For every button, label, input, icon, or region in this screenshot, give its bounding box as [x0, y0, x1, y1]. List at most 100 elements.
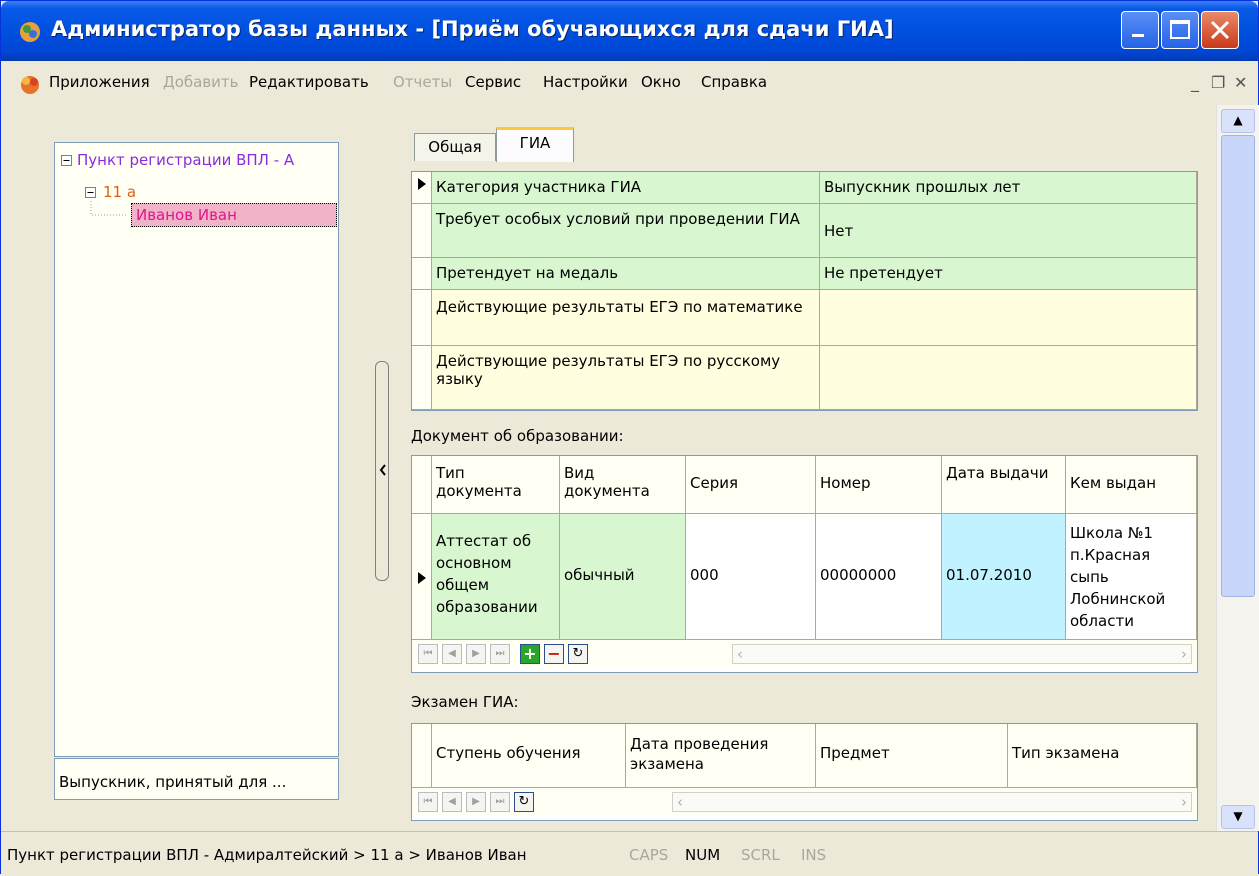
header-corner — [412, 456, 432, 514]
menu-add[interactable]: Добавить — [163, 73, 239, 91]
add-record-icon[interactable]: + — [520, 644, 540, 664]
row-indicator[interactable] — [412, 290, 432, 346]
mdi-close-icon[interactable]: ✕ — [1234, 73, 1247, 92]
menu-service[interactable]: Сервис — [465, 73, 521, 91]
scroll-left-icon[interactable]: ‹ — [737, 645, 743, 663]
column-header[interactable]: Дата выдачи — [942, 456, 1066, 514]
tree-root-item[interactable]: Пункт регистрации ВПЛ - А — [77, 151, 294, 169]
scroll-right-icon[interactable]: › — [1181, 645, 1187, 663]
document-date-cell[interactable]: 01.07.2010 — [942, 514, 1066, 640]
document-grid: Тип документа Вид документа Серия Номер … — [411, 455, 1198, 673]
row-indicator[interactable] — [412, 258, 432, 290]
exam-hscroll[interactable]: ‹ › — [672, 792, 1192, 812]
document-hscroll[interactable]: ‹ › — [732, 644, 1192, 664]
prev-record-icon[interactable]: ◀ — [442, 792, 462, 812]
app-icon — [20, 22, 40, 42]
property-value[interactable]: Выпускник прошлых лет — [820, 172, 1197, 204]
exam-navigator: ⏮ ◀ ▶ ⏭ ↻ ‹ › — [412, 788, 1197, 816]
tab-gia[interactable]: ГИА — [496, 127, 574, 162]
status-num: NUM — [685, 846, 721, 864]
row-indicator[interactable] — [412, 204, 432, 258]
header-corner — [412, 724, 432, 788]
panel-splitter[interactable] — [375, 361, 389, 581]
property-value[interactable]: Не претендует — [820, 258, 1197, 290]
first-record-icon[interactable]: ⏮ — [418, 792, 438, 812]
prev-record-icon[interactable]: ◀ — [442, 644, 462, 664]
row-indicator[interactable] — [412, 172, 432, 204]
status-bar: Пункт регистрации ВПЛ - Адмиралтейский >… — [1, 831, 1258, 876]
menu-settings[interactable]: Настройки — [543, 73, 628, 91]
document-kind-cell[interactable]: обычный — [560, 514, 686, 640]
document-number-cell[interactable]: 00000000 — [816, 514, 942, 640]
row-indicator[interactable] — [412, 346, 432, 410]
column-header[interactable]: Тип документа — [432, 456, 560, 514]
tree-group-item[interactable]: 11 а — [103, 183, 136, 201]
delete-record-icon[interactable]: − — [544, 644, 564, 664]
row-indicator[interactable] — [412, 514, 432, 640]
last-record-icon[interactable]: ⏭ — [490, 644, 510, 664]
document-series-cell[interactable]: 000 — [686, 514, 816, 640]
exam-section-label: Экзамен ГИА: — [411, 693, 519, 711]
next-record-icon[interactable]: ▶ — [466, 644, 486, 664]
property-label: Претендует на медаль — [432, 258, 820, 290]
menu-help[interactable]: Справка — [701, 73, 767, 91]
properties-grid: Категория участника ГИА Выпускник прошлы… — [411, 171, 1198, 411]
tree-panel: Пункт регистрации ВПЛ - А 11 а Иванов Ив… — [54, 142, 339, 757]
document-issuer-cell[interactable]: Школа №1 п.Красная сыпь Лобнинской облас… — [1066, 514, 1197, 640]
scroll-up-icon[interactable]: ▲ — [1221, 109, 1255, 133]
menu-applications[interactable]: Приложения — [49, 73, 150, 91]
menu-bar: Приложения Добавить Редактировать Отчеты… — [1, 61, 1258, 105]
tab-general[interactable]: Общая — [414, 133, 496, 161]
menu-window[interactable]: Окно — [641, 73, 681, 91]
property-label: Действующие результаты ЕГЭ по русскому я… — [432, 346, 820, 410]
column-header[interactable]: Серия — [686, 456, 816, 514]
column-header[interactable]: Кем выдан — [1066, 456, 1197, 514]
scroll-thumb[interactable] — [1221, 135, 1255, 597]
column-header[interactable]: Тип экзамена — [1008, 724, 1197, 788]
document-type-cell[interactable]: Аттестат об основном общем образовании — [432, 514, 560, 640]
maximize-icon — [1170, 20, 1190, 39]
next-record-icon[interactable]: ▶ — [466, 792, 486, 812]
property-value[interactable] — [820, 290, 1197, 346]
column-header[interactable]: Ступень обучения — [432, 724, 626, 788]
refresh-icon[interactable]: ↻ — [514, 792, 534, 812]
close-button[interactable] — [1201, 11, 1239, 49]
tree-footer-status: Выпускник, принятый для ... — [54, 758, 339, 800]
exam-grid: Ступень обучения Дата проведения экзамен… — [411, 723, 1198, 821]
property-label: Действующие результаты ЕГЭ по математике — [432, 290, 820, 346]
scroll-down-icon[interactable]: ▼ — [1221, 805, 1255, 829]
mdi-restore-icon[interactable]: ❐ — [1211, 73, 1225, 92]
maximize-button[interactable] — [1161, 11, 1199, 49]
column-header[interactable]: Дата проведения экзамена — [626, 724, 816, 788]
scroll-right-icon[interactable]: › — [1181, 793, 1187, 811]
current-row-icon — [418, 178, 426, 190]
title-bar[interactable]: Администратор базы данных - [Приём обуча… — [1, 1, 1258, 61]
property-value[interactable] — [820, 346, 1197, 410]
tree-leaf-item[interactable]: Иванов Иван — [131, 203, 337, 227]
column-header[interactable]: Номер — [816, 456, 942, 514]
document-navigator: ⏮ ◀ ▶ ⏭ + − ↻ ‹ › — [412, 640, 1197, 668]
scroll-left-icon[interactable]: ‹ — [677, 793, 683, 811]
column-header[interactable]: Предмет — [816, 724, 1008, 788]
first-record-icon[interactable]: ⏮ — [418, 644, 438, 664]
property-value[interactable]: Нет — [820, 204, 1197, 258]
collapse-icon[interactable] — [61, 155, 73, 167]
main-vscroll[interactable]: ▲ ▼ — [1216, 105, 1259, 831]
chevron-left-icon[interactable] — [378, 462, 388, 478]
window-title: Администратор базы данных - [Приём обуча… — [51, 17, 894, 41]
menu-reports[interactable]: Отчеты — [393, 73, 452, 91]
document-section-label: Документ об образовании: — [411, 427, 624, 445]
refresh-icon[interactable]: ↻ — [568, 644, 588, 664]
app-menu-icon[interactable] — [19, 75, 41, 95]
last-record-icon[interactable]: ⏭ — [490, 792, 510, 812]
column-header[interactable]: Вид документа — [560, 456, 686, 514]
status-path: Пункт регистрации ВПЛ - Адмиралтейский >… — [7, 846, 527, 864]
property-label: Требует особых условий при проведении ГИ… — [432, 204, 820, 258]
status-caps: CAPS — [629, 846, 669, 864]
collapse-icon[interactable] — [85, 187, 97, 199]
menu-edit[interactable]: Редактировать — [249, 73, 369, 91]
current-row-icon — [418, 572, 426, 584]
mdi-minimize-icon[interactable]: _ — [1191, 73, 1199, 92]
minimize-icon — [1132, 34, 1144, 37]
minimize-button[interactable] — [1121, 11, 1159, 49]
